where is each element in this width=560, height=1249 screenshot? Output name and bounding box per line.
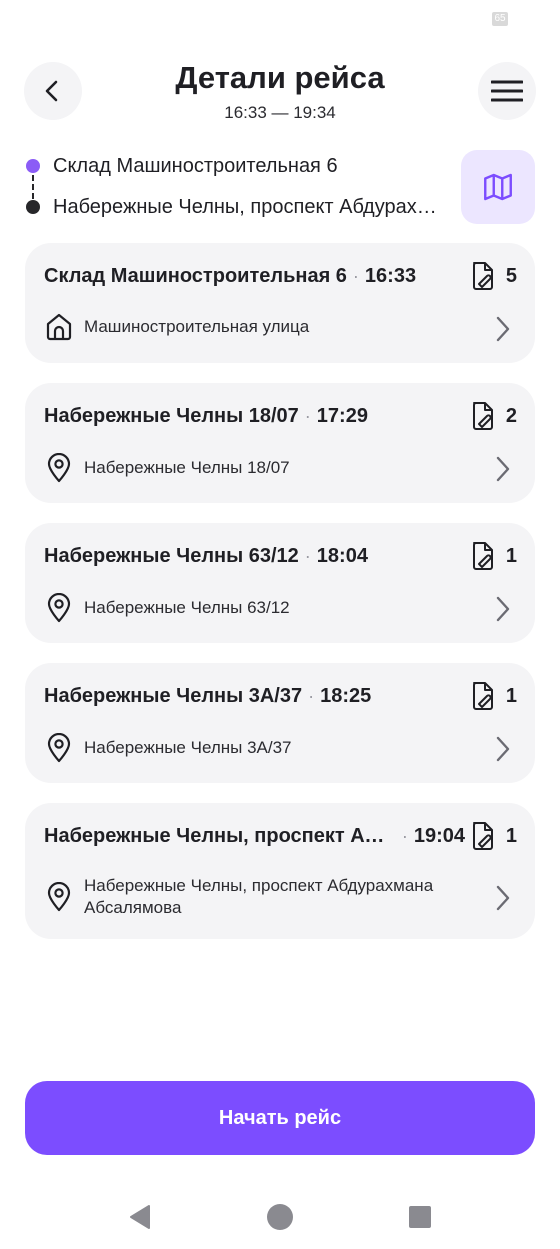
nav-home-button[interactable]	[262, 1199, 298, 1235]
stop-card[interactable]: Набережные Челны 3А/37 · 18:25 1 Набереж…	[25, 663, 535, 783]
documents-badge: 2	[470, 401, 517, 431]
document-icon	[472, 682, 493, 710]
separator-dot: ·	[401, 826, 408, 846]
stop-time: 16:33	[364, 265, 417, 287]
document-icon	[472, 542, 493, 570]
stop-time: 18:04	[316, 545, 368, 567]
stop-card[interactable]: Набережные Челны 18/07 · 17:29 2 Набереж…	[25, 383, 535, 503]
documents-badge: 1	[470, 681, 517, 711]
stop-card[interactable]: Набережные Челны, проспект Абдурахмана А…	[25, 803, 535, 939]
documents-count: 1	[505, 544, 517, 567]
stop-time: 18:25	[320, 685, 372, 707]
stop-card[interactable]: Склад Машиностроительная 6 · 16:33 5 Маш…	[25, 243, 535, 363]
document-icon	[472, 822, 493, 850]
stop-card[interactable]: Набережные Челны 63/12 · 18:04 1 Набереж…	[25, 523, 535, 643]
system-nav-bar	[0, 1185, 560, 1245]
stop-name: Склад Машиностроительная 6	[44, 265, 347, 287]
documents-count: 1	[505, 684, 517, 707]
stop-time: 17:29	[316, 405, 368, 427]
documents-badge: 1	[470, 541, 517, 571]
documents-count: 1	[505, 824, 517, 847]
stop-address-text: Набережные Челны 3А/37	[84, 738, 292, 757]
location-pin-icon	[44, 882, 74, 912]
stop-name: Набережные Челны 63/12	[44, 545, 299, 567]
map-icon	[484, 173, 512, 201]
route-summary: Склад Машиностроительная 6 Набережные Че…	[24, 150, 536, 226]
route-from: Склад Машиностроительная 6	[53, 155, 338, 177]
documents-count: 5	[505, 264, 517, 287]
header: Детали рейса 16:33 — 19:34	[0, 58, 560, 128]
chevron-right-icon	[496, 885, 510, 911]
route-start-dot	[26, 159, 40, 173]
documents-count: 2	[505, 404, 517, 427]
map-button[interactable]	[461, 150, 535, 224]
hamburger-menu-icon	[491, 80, 523, 102]
circle-home-icon	[267, 1204, 293, 1230]
route-to: Набережные Челны, проспект Абдурахмана А…	[53, 196, 445, 218]
nav-back-button[interactable]	[122, 1199, 158, 1235]
stop-address-text: Набережные Челны, проспект Абдурахмана А…	[84, 876, 434, 917]
stop-address: Набережные Челны 18/07	[44, 453, 475, 483]
stop-address-text: Набережные Челны 18/07	[84, 458, 290, 477]
chevron-right-icon	[496, 316, 510, 342]
chevron-right-icon	[496, 456, 510, 482]
chevron-right-icon	[496, 596, 510, 622]
stop-header: Набережные Челны 63/12 · 18:04	[44, 545, 465, 568]
route-connector	[32, 175, 34, 199]
home-icon	[44, 313, 74, 341]
stop-header: Набережные Челны 3А/37 · 18:25	[44, 685, 465, 708]
documents-badge: 1	[470, 821, 517, 851]
stop-address: Набережные Челны, проспект Абдурахмана А…	[44, 875, 475, 919]
separator-dot: ·	[304, 546, 311, 566]
separator-dot: ·	[308, 686, 315, 706]
stop-header: Набережные Челны 18/07 · 17:29	[44, 405, 465, 428]
stop-name: Набережные Челны 18/07	[44, 405, 299, 427]
document-icon	[472, 402, 493, 430]
status-bar: 65	[0, 0, 560, 40]
battery-icon: 65	[492, 12, 508, 26]
stop-address-text: Набережные Челны 63/12	[84, 598, 290, 617]
stop-name: Набережные Челны 3А/37	[44, 685, 303, 707]
stop-header: Склад Машиностроительная 6 · 16:33	[44, 265, 465, 288]
nav-recents-button[interactable]	[402, 1199, 438, 1235]
start-trip-button[interactable]: Начать рейс	[25, 1081, 535, 1155]
page-title: Детали рейса	[175, 60, 385, 95]
location-pin-icon	[44, 593, 74, 623]
chevron-right-icon	[496, 736, 510, 762]
location-pin-icon	[44, 733, 74, 763]
stop-address: Набережные Челны 63/12	[44, 593, 475, 623]
stop-header: Набережные Челны, проспект Абдурахмана А…	[44, 825, 465, 848]
square-recents-icon	[409, 1206, 431, 1228]
stop-address: Машиностроительная улица	[44, 313, 475, 341]
triangle-back-icon	[130, 1205, 150, 1229]
menu-button[interactable]	[478, 62, 536, 120]
location-pin-icon	[44, 453, 74, 483]
documents-badge: 5	[470, 261, 517, 291]
stop-time: 19:04	[413, 825, 465, 847]
stop-address: Набережные Челны 3А/37	[44, 733, 475, 763]
separator-dot: ·	[352, 266, 359, 286]
stop-address-text: Машиностроительная улица	[84, 317, 310, 336]
separator-dot: ·	[304, 406, 311, 426]
stop-name: Набережные Челны, проспект Абдурахмана А…	[44, 825, 396, 847]
trip-time-range: 16:33 — 19:34	[224, 103, 336, 122]
document-icon	[472, 262, 493, 290]
route-end-dot	[26, 200, 40, 214]
